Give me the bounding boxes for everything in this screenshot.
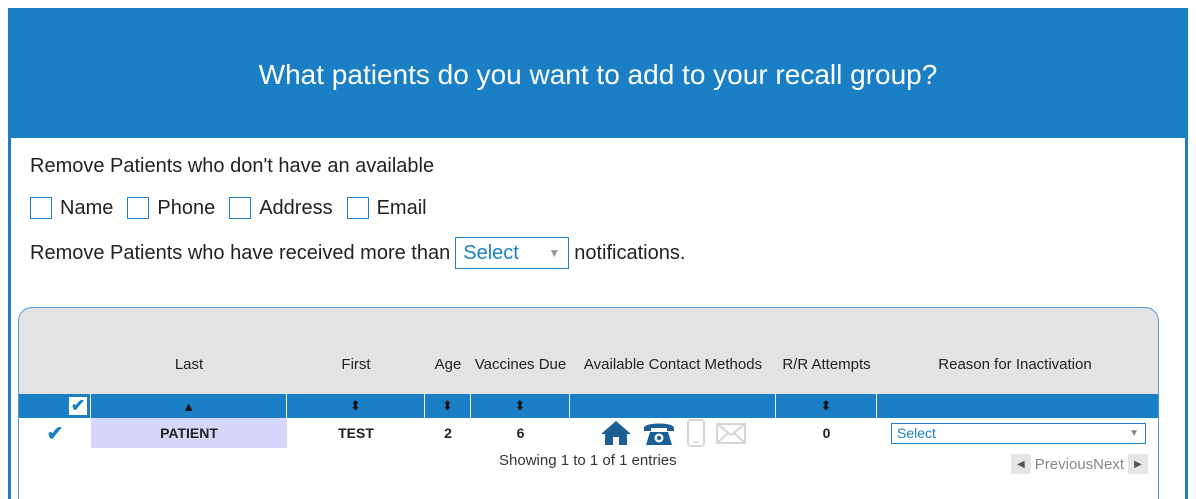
table-footer: Showing 1 to 1 of 1 entries ◀ Previous N… bbox=[19, 448, 1158, 499]
cell-rr-attempts: 0 bbox=[822, 425, 831, 441]
column-header-age[interactable]: Age bbox=[425, 330, 471, 380]
filters-section: Remove Patients who don't have an availa… bbox=[11, 138, 1185, 269]
reason-select-value: Select bbox=[897, 425, 936, 441]
next-button[interactable]: Next bbox=[1093, 456, 1124, 473]
email-checkbox-label: Email bbox=[376, 196, 427, 219]
previous-arrow-icon[interactable]: ◀ bbox=[1010, 454, 1031, 474]
column-header-rr-attempts[interactable]: R/R Attempts bbox=[776, 330, 877, 380]
contact-filter-options: Name Phone Address Email bbox=[30, 196, 1185, 220]
chevron-down-icon: ▼ bbox=[1129, 427, 1139, 439]
name-checkbox[interactable] bbox=[30, 197, 52, 219]
sort-both-icon[interactable]: ⬍ bbox=[515, 398, 526, 414]
notification-count-value: Select bbox=[463, 241, 519, 264]
address-checkbox[interactable] bbox=[229, 197, 252, 219]
column-header-contact-methods: Available Contact Methods bbox=[583, 356, 763, 373]
table-header-row: Last First Age Vaccines Due Available Co… bbox=[19, 308, 1158, 394]
dialog-header: What patients do you want to add to your… bbox=[11, 11, 1185, 138]
filter-intro-text: Remove Patients who don't have an availa… bbox=[30, 155, 435, 177]
phone-checkbox[interactable] bbox=[127, 197, 150, 219]
previous-button[interactable]: Previous bbox=[1035, 456, 1093, 473]
sort-contact-methods bbox=[570, 394, 776, 418]
phone-checkbox-label: Phone bbox=[157, 196, 216, 219]
sort-vaccines-due[interactable]: ⬍ bbox=[471, 394, 570, 418]
pagination: ◀ Previous Next ▶ bbox=[1007, 454, 1152, 474]
cell-age: 2 bbox=[444, 425, 452, 441]
sort-age[interactable]: ⬍ bbox=[425, 394, 471, 418]
chevron-down-icon: ▼ bbox=[548, 246, 561, 260]
mobile-icon bbox=[686, 419, 706, 447]
address-checkbox-label: Address bbox=[259, 196, 333, 219]
reason-select[interactable]: Select ▼ bbox=[891, 422, 1146, 444]
name-checkbox-label: Name bbox=[60, 196, 114, 219]
entries-info: Showing 1 to 1 of 1 entries bbox=[499, 452, 677, 469]
notification-count-select[interactable]: Select ▼ bbox=[455, 237, 570, 269]
email-icon bbox=[716, 421, 746, 445]
cell-last: PATIENT bbox=[91, 418, 287, 448]
table-row[interactable]: ✔ PATIENT TEST 2 6 0 Select ▼ bbox=[19, 418, 1158, 448]
notification-filter-suffix: notifications. bbox=[574, 241, 686, 264]
phone-icon bbox=[642, 420, 676, 446]
sort-reason bbox=[877, 394, 1158, 418]
row-checkbox[interactable]: ✔ bbox=[47, 421, 64, 446]
sort-rr-attempts[interactable]: ⬍ bbox=[776, 394, 877, 418]
sort-last[interactable]: ▲ bbox=[91, 394, 287, 418]
sort-both-icon[interactable]: ⬍ bbox=[442, 398, 453, 414]
column-header-vaccines-due[interactable]: Vaccines Due bbox=[471, 330, 570, 380]
sort-first[interactable]: ⬍ bbox=[287, 394, 425, 418]
column-header-first[interactable]: First bbox=[287, 330, 425, 380]
sort-both-icon[interactable]: ⬍ bbox=[821, 398, 832, 414]
sort-row: ✔ ▲ ⬍ ⬍ ⬍ ⬍ bbox=[19, 394, 1158, 418]
next-arrow-icon[interactable]: ▶ bbox=[1128, 454, 1148, 474]
select-all-checkbox[interactable]: ✔ bbox=[68, 396, 88, 416]
email-checkbox[interactable] bbox=[346, 197, 369, 219]
cell-vaccines-due: 6 bbox=[516, 425, 525, 441]
patients-table-panel: Last First Age Vaccines Due Available Co… bbox=[18, 307, 1159, 499]
sort-asc-icon[interactable]: ▲ bbox=[182, 399, 195, 414]
cell-first: TEST bbox=[338, 425, 374, 441]
notification-filter: Remove Patients who have received more t… bbox=[30, 237, 1185, 269]
cell-reason: Select ▼ bbox=[877, 418, 1158, 448]
notification-filter-prefix: Remove Patients who have received more t… bbox=[30, 241, 451, 264]
column-header-last[interactable]: Last bbox=[91, 330, 287, 380]
home-icon bbox=[600, 420, 632, 446]
sort-both-icon[interactable]: ⬍ bbox=[350, 398, 361, 414]
column-header-reason: Reason for Inactivation bbox=[938, 356, 1092, 373]
cell-contact-methods bbox=[570, 418, 776, 448]
row-checkbox-cell: ✔ bbox=[19, 418, 91, 448]
dialog-title: What patients do you want to add to your… bbox=[258, 58, 938, 90]
select-all-cell: ✔ bbox=[19, 394, 91, 418]
